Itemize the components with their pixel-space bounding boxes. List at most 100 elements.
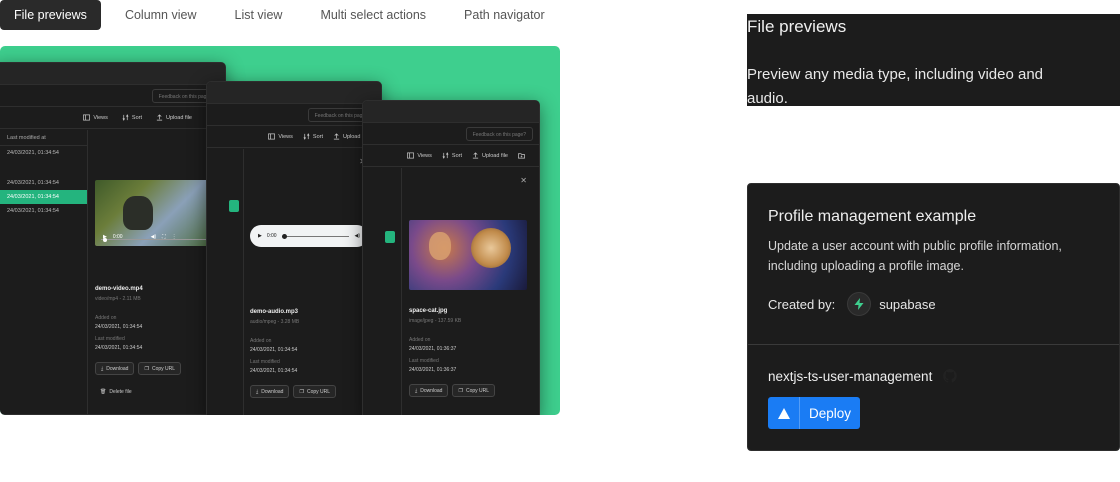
modified-value: 24/03/2021, 01:34:54 [250, 368, 298, 374]
sort-button[interactable]: Sort [303, 133, 323, 140]
file-list-column: Last modified at 24/03/2021, 01:34:54 24… [0, 130, 88, 414]
download-button[interactable]: ⤓ Download [95, 362, 135, 375]
author-name[interactable]: supabase [879, 297, 935, 312]
column-header: Last modified at [0, 130, 87, 146]
modified-label: Last modified [250, 359, 280, 365]
storage-window-video: Feedback on this page? Views Sort Upload… [0, 62, 226, 415]
vercel-triangle-icon [768, 397, 800, 429]
repo-link[interactable]: nextjs-ts-user-management [768, 368, 958, 384]
sort-icon [442, 152, 449, 159]
window-titlebar [0, 63, 225, 85]
list-item[interactable]: 24/03/2021, 01:34:54 [0, 204, 87, 218]
file-meta: audio/mpeg - 3.28 MB [250, 319, 300, 325]
sort-icon [122, 114, 129, 121]
copy-url-button[interactable]: ❐ Copy URL [452, 384, 496, 397]
delete-file-button[interactable]: 🗑 Delete file [100, 389, 132, 395]
modified-label: Last modified [409, 358, 439, 364]
window-header: Feedback on this page? [363, 123, 539, 145]
github-icon [943, 369, 958, 383]
tab-list-view[interactable]: List view [221, 0, 297, 30]
new-folder-button[interactable] [518, 152, 525, 159]
views-button[interactable]: Views [83, 114, 108, 121]
feedback-button[interactable]: Feedback on this page? [465, 127, 533, 141]
columns-icon [83, 114, 91, 121]
sort-button[interactable]: Sort [442, 152, 462, 159]
tab-multi-select-actions[interactable]: Multi select actions [306, 0, 440, 30]
list-item[interactable] [0, 160, 87, 176]
copy-icon: ❐ [458, 387, 463, 394]
video-progress[interactable] [101, 237, 207, 242]
added-value: 24/03/2021, 01:34:54 [250, 347, 298, 353]
added-value: 24/03/2021, 01:34:54 [95, 324, 143, 330]
tab-column-view[interactable]: Column view [111, 0, 211, 30]
astronaut-cat-shape [471, 228, 511, 268]
download-button[interactable]: ⤓ Download [409, 384, 449, 397]
file-preview-showcase: Feedback on this page? Views Sort Upload… [0, 46, 560, 415]
added-label: Added on [95, 315, 117, 321]
modified-label: Last modified [95, 336, 125, 342]
video-controls: ▶ 0:00 ◀) ⛶ ⋮ [95, 228, 213, 246]
added-label: Added on [409, 337, 431, 343]
copy-url-label: Copy URL [151, 365, 176, 372]
selected-item-marker [385, 231, 395, 243]
added-label: Added on [250, 338, 272, 344]
list-item[interactable]: 24/03/2021, 01:34:54 [0, 146, 87, 160]
image-thumbnail[interactable] [409, 220, 527, 290]
list-item[interactable]: 24/03/2021, 01:34:54 [0, 176, 87, 190]
upload-icon [156, 114, 163, 121]
list-item-selected[interactable]: 24/03/2021, 01:34:54 [0, 190, 87, 204]
views-button[interactable]: Views [407, 152, 432, 159]
space-cat-shape [429, 232, 451, 260]
download-button[interactable]: ⤓ Download [250, 385, 290, 398]
video-thumbnail[interactable]: ▶ 0:00 ◀) ⛶ ⋮ [95, 180, 213, 246]
window-header: Feedback on this page? [0, 85, 225, 107]
feature-tabs: File previews Column view List view Mult… [0, 0, 569, 30]
created-by: Created by: supabase [768, 292, 936, 316]
deploy-button[interactable]: Deploy [768, 397, 860, 429]
progress-thumb [281, 233, 287, 239]
file-meta: video/mp4 - 2.11 MB [95, 296, 141, 302]
audio-player[interactable]: ▶ 0:00 ◀) [250, 225, 368, 247]
created-by-label: Created by: [768, 296, 836, 312]
feature-description-card: File previews Preview any media type, in… [747, 14, 1120, 107]
volume-icon[interactable]: ◀) [354, 233, 360, 239]
tab-file-previews[interactable]: File previews [0, 0, 101, 30]
copy-url-label: Copy URL [306, 388, 331, 395]
copy-url-button[interactable]: ❐ Copy URL [138, 362, 182, 375]
divider [748, 344, 1119, 345]
upload-button[interactable]: Upload file [472, 152, 508, 159]
copy-url-button[interactable]: ❐ Copy URL [293, 385, 337, 398]
file-name: demo-audio.mp3 [250, 309, 299, 315]
progress-thumb [103, 237, 107, 242]
close-icon[interactable]: ✕ [520, 176, 527, 185]
supabase-logo-icon [847, 292, 872, 316]
columns-icon [268, 133, 276, 140]
folder-plus-icon [518, 153, 525, 159]
download-label: Download [420, 387, 443, 394]
sort-button[interactable]: Sort [122, 114, 142, 121]
feature-description: Preview any media type, including video … [747, 66, 1044, 107]
tab-path-navigator[interactable]: Path navigator [450, 0, 559, 30]
views-label: Views [417, 152, 432, 159]
example-card: Profile management example Update a user… [747, 183, 1120, 451]
play-icon[interactable]: ▶ [258, 233, 262, 239]
columns-icon [407, 152, 415, 159]
window-titlebar [363, 101, 539, 123]
sort-icon [303, 133, 310, 140]
upload-label: Upload file [482, 152, 508, 159]
modified-value: 24/03/2021, 01:34:54 [95, 345, 143, 351]
deploy-label: Deploy [808, 405, 852, 421]
upload-button[interactable]: Upload file [156, 114, 192, 121]
views-label: Views [278, 133, 293, 140]
delete-file-label: Delete file [109, 389, 132, 395]
added-value: 24/03/2021, 01:36:37 [409, 346, 457, 352]
upload-icon [472, 152, 479, 159]
file-actions: ⤓ Download ❐ Copy URL [95, 362, 185, 375]
audio-progress[interactable] [281, 233, 350, 239]
example-title: Profile management example [768, 208, 977, 225]
views-button[interactable]: Views [268, 133, 293, 140]
upload-icon [333, 133, 340, 140]
storage-window-image: Feedback on this page? Views Sort Upload… [362, 100, 540, 415]
download-icon: ⤓ [415, 387, 418, 394]
file-actions: ⤓ Download ❐ Copy URL [250, 385, 340, 398]
